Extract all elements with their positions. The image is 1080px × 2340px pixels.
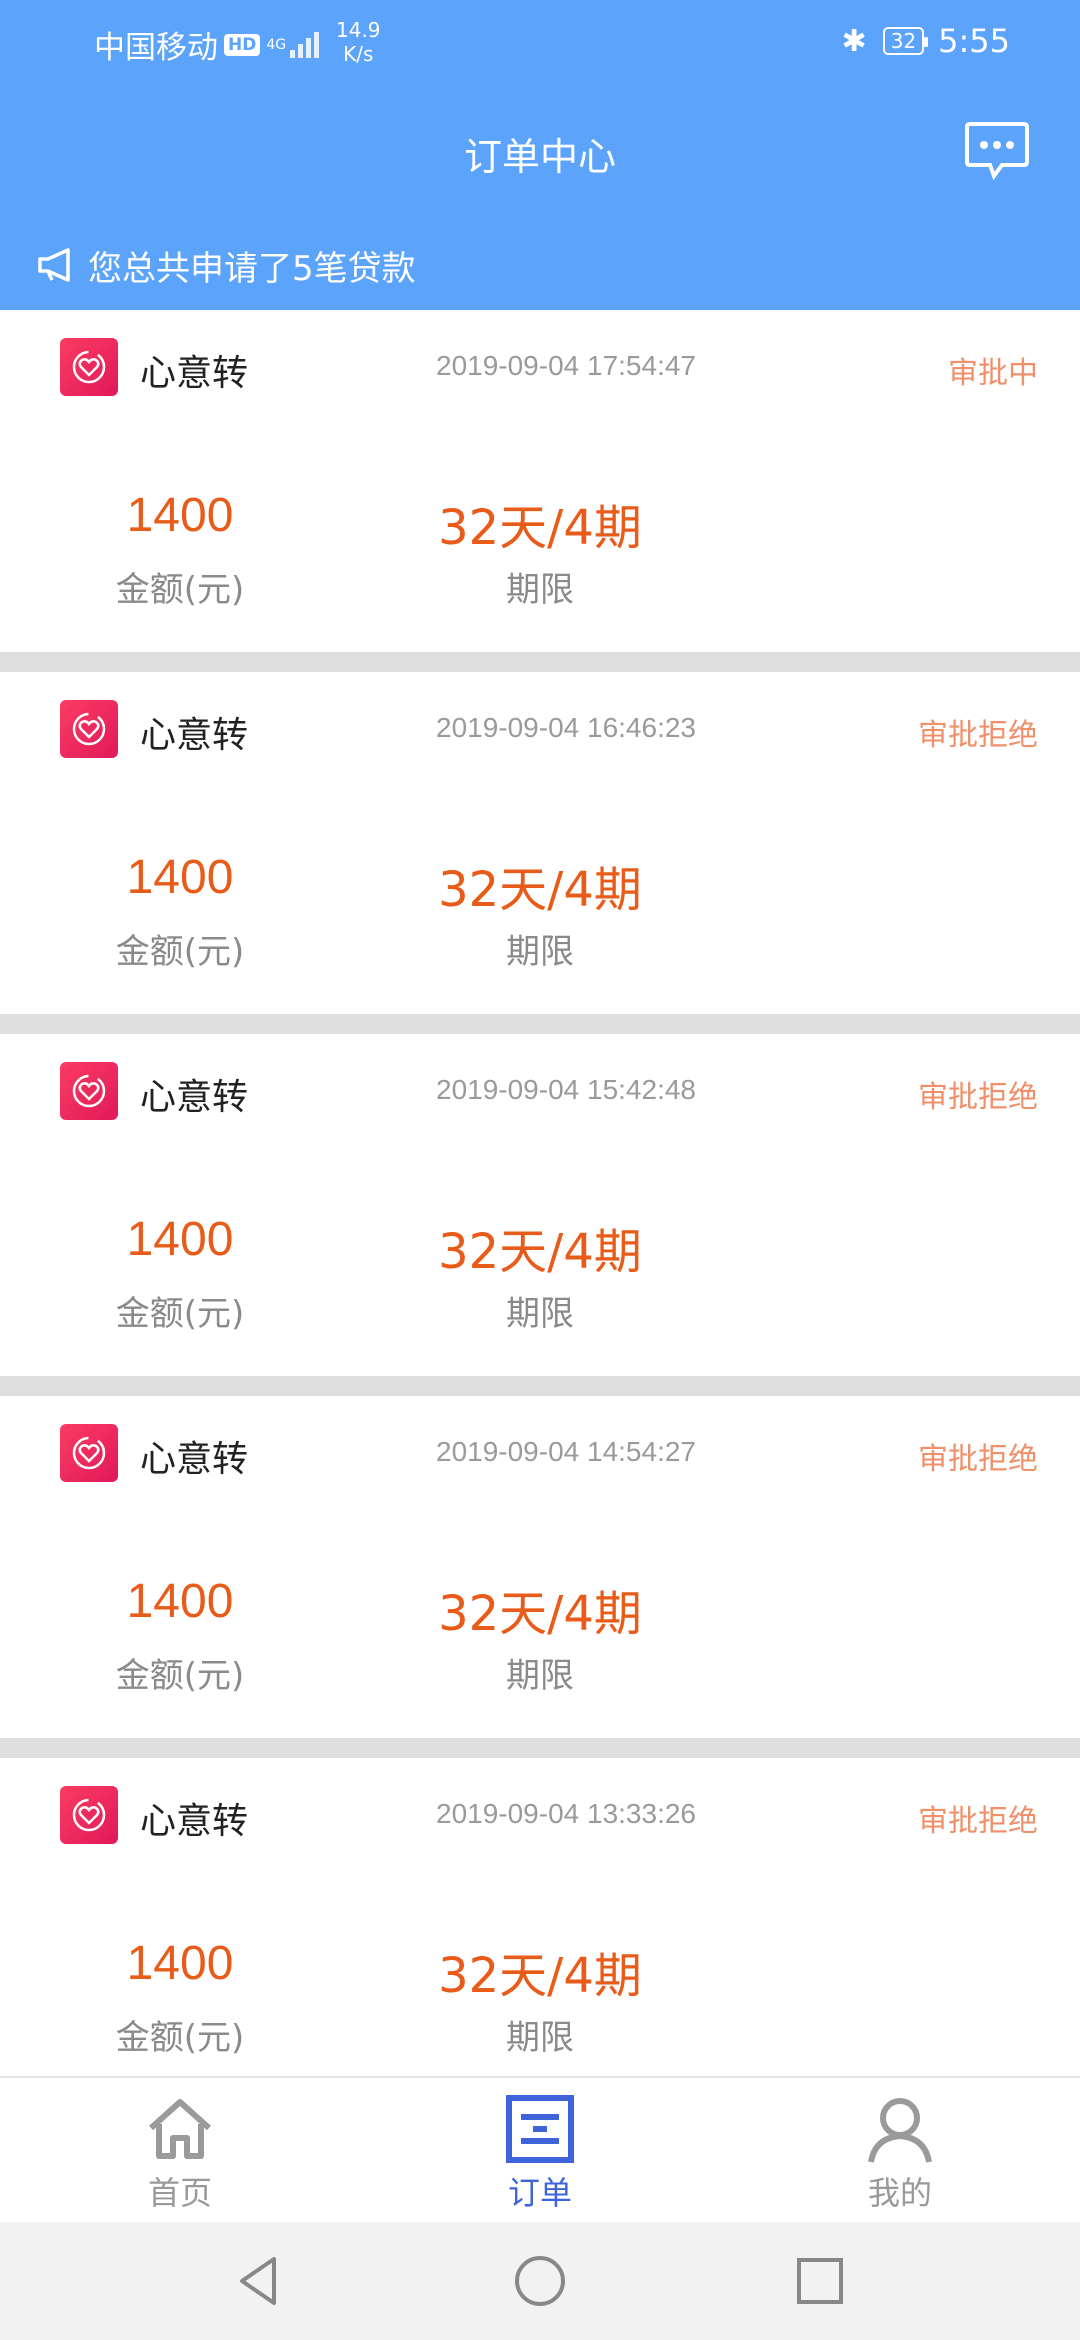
page-title: 订单中心 <box>463 135 616 179</box>
term-label: 期限 <box>506 932 574 972</box>
bottom-tab-bar: 首页 订单 我的 <box>0 2076 1080 2222</box>
status-right: ✱ 32 5:55 <box>842 22 1010 60</box>
product-logo-icon <box>60 338 118 396</box>
bluetooth-icon: ✱ <box>841 23 867 59</box>
network-speed: 14.9 K/s <box>336 18 381 66</box>
amount-label: 金额(元) <box>115 570 245 610</box>
term-value: 32天/4期 <box>438 500 642 556</box>
term-label: 期限 <box>506 1294 574 1334</box>
tab-orders-label: 订单 <box>507 2174 572 2212</box>
order-card[interactable]: 心意转 2019-09-04 13:33:26 审批拒绝 1400 金额(元) … <box>0 1758 1080 2120</box>
product-logo-icon <box>60 1062 118 1120</box>
product-name: 心意转 <box>140 715 249 756</box>
tab-home[interactable]: 首页 <box>0 2078 360 2222</box>
term-value: 32天/4期 <box>438 862 642 918</box>
product-name: 心意转 <box>140 1439 249 1480</box>
amount-value: 1400 <box>126 1937 234 1990</box>
order-list: 心意转 2019-09-04 17:54:47 审批中 1400 金额(元) 3… <box>0 310 1080 2120</box>
term-value: 32天/4期 <box>438 1586 642 1642</box>
order-status: 审批拒绝 <box>918 1442 1038 1477</box>
home-nav-icon[interactable] <box>510 2251 570 2311</box>
order-time: 2019-09-04 15:42:48 <box>436 1074 696 1105</box>
system-nav-bar <box>0 2222 1080 2340</box>
term-value: 32天/4期 <box>438 1224 642 1280</box>
order-status: 审批拒绝 <box>918 1804 1038 1839</box>
status-bar: 中国移动 HD 4G 14.9 K/s ✱ 32 5:55 <box>0 0 1080 90</box>
home-icon <box>148 2099 212 2159</box>
amount-value: 1400 <box>126 1575 234 1628</box>
amount-value: 1400 <box>126 851 234 904</box>
tab-orders[interactable]: 订单 <box>360 2078 720 2222</box>
product-name: 心意转 <box>140 353 249 394</box>
order-card[interactable]: 心意转 2019-09-04 14:54:27 审批拒绝 1400 金额(元) … <box>0 1396 1080 1758</box>
back-icon[interactable] <box>230 2251 290 2311</box>
megaphone-icon <box>38 248 70 282</box>
order-time: 2019-09-04 13:33:26 <box>436 1798 696 1829</box>
notice-text: 您总共申请了5笔贷款 <box>88 248 416 289</box>
tab-home-label: 首页 <box>147 2174 212 2212</box>
battery-level: 32 <box>890 29 917 53</box>
order-status: 审批中 <box>948 356 1038 391</box>
order-time: 2019-09-04 16:46:23 <box>436 712 696 743</box>
term-label: 期限 <box>506 2018 574 2058</box>
amount-label: 金额(元) <box>115 1656 245 1696</box>
network-type: 4G <box>266 36 287 53</box>
recents-icon[interactable] <box>790 2251 850 2311</box>
message-icon <box>965 122 1029 181</box>
order-card[interactable]: 心意转 2019-09-04 15:42:48 审批拒绝 1400 金额(元) … <box>0 1034 1080 1396</box>
status-left: 中国移动 HD 4G <box>94 22 322 67</box>
term-label: 期限 <box>506 570 574 610</box>
carrier-name: 中国移动 <box>94 30 218 66</box>
tab-profile[interactable]: 我的 <box>720 2078 1080 2222</box>
order-card[interactable]: 心意转 2019-09-04 17:54:47 审批中 1400 金额(元) 3… <box>0 310 1080 672</box>
signal-icon <box>290 31 322 58</box>
order-time: 2019-09-04 14:54:27 <box>436 1436 696 1467</box>
order-status: 审批拒绝 <box>918 1080 1038 1115</box>
amount-label: 金额(元) <box>115 932 245 972</box>
notice-bar: 您总共申请了5笔贷款 <box>0 220 1080 310</box>
order-time: 2019-09-04 17:54:47 <box>436 350 696 381</box>
term-value: 32天/4期 <box>438 1948 642 2004</box>
order-icon <box>506 2095 574 2163</box>
term-label: 期限 <box>506 1656 574 1696</box>
message-button[interactable] <box>964 120 1030 181</box>
hd-badge: HD <box>224 33 261 56</box>
product-logo-icon <box>60 700 118 758</box>
amount-label: 金额(元) <box>115 2018 245 2058</box>
product-name: 心意转 <box>140 1077 249 1118</box>
amount-label: 金额(元) <box>115 1294 245 1334</box>
product-name: 心意转 <box>140 1801 249 1842</box>
speed-unit: K/s <box>343 42 374 66</box>
clock: 5:55 <box>938 22 1010 60</box>
product-logo-icon <box>60 1786 118 1844</box>
speed-value: 14.9 <box>336 18 381 42</box>
amount-value: 1400 <box>126 489 234 542</box>
amount-value: 1400 <box>126 1213 234 1266</box>
profile-icon <box>868 2098 932 2163</box>
tab-profile-label: 我的 <box>867 2174 932 2212</box>
product-logo-icon <box>60 1424 118 1482</box>
order-card[interactable]: 心意转 2019-09-04 16:46:23 审批拒绝 1400 金额(元) … <box>0 672 1080 1034</box>
app-header: 订单中心 <box>0 90 1080 220</box>
battery-icon: 32 <box>882 27 929 55</box>
order-status: 审批拒绝 <box>918 718 1038 753</box>
